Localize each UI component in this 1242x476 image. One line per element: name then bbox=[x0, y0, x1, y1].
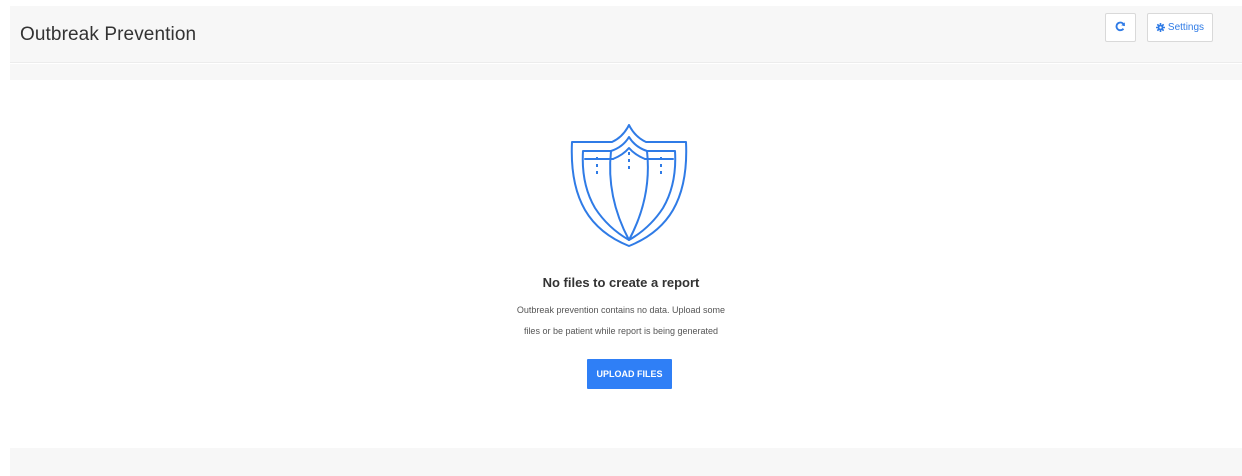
toolbar-strip bbox=[10, 64, 1242, 80]
settings-label: Settings bbox=[1167, 22, 1205, 33]
empty-state-message-line1: Outbreak prevention contains no data. Up… bbox=[516, 305, 726, 315]
empty-state: No files to create a report Outbreak pre… bbox=[0, 80, 1242, 448]
upload-files-button[interactable]: UPLOAD FILES bbox=[587, 359, 672, 389]
gear-icon bbox=[1155, 23, 1165, 32]
page-footer bbox=[10, 448, 1242, 476]
empty-state-message-line2: files or be patient while report is bein… bbox=[523, 326, 719, 336]
page-header: Outbreak Prevention Settings bbox=[10, 6, 1242, 63]
empty-state-title: No files to create a report bbox=[542, 275, 700, 290]
refresh-icon bbox=[1115, 19, 1126, 37]
refresh-button[interactable] bbox=[1105, 13, 1136, 42]
page-title: Outbreak Prevention bbox=[20, 24, 197, 45]
page: Outbreak Prevention Settings No files to… bbox=[0, 0, 1242, 476]
shield-icon bbox=[570, 124, 688, 247]
settings-button[interactable]: Settings bbox=[1147, 13, 1213, 42]
